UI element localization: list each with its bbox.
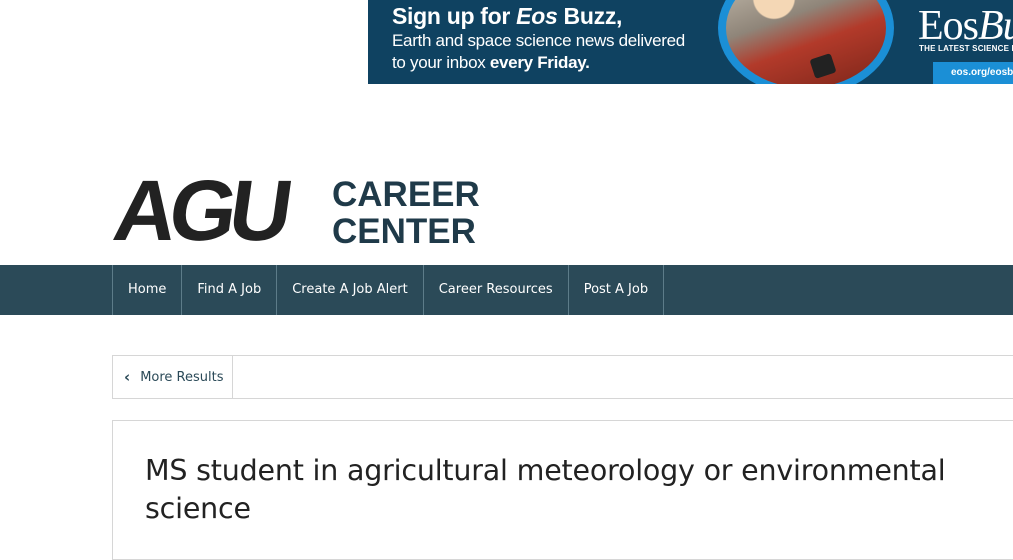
logo-line-career: CAREER [332, 175, 480, 214]
job-title: MS student in agricultural meteorology o… [145, 454, 946, 525]
career-center-wordmark: CAREER CENTER [332, 176, 480, 250]
ad-line-2: to your inbox every Friday. [392, 53, 590, 72]
nav-item-create-job-alert[interactable]: Create A Job Alert [276, 265, 422, 315]
nav-item-find-a-job[interactable]: Find A Job [181, 265, 276, 315]
nav-item-home[interactable]: Home [112, 265, 181, 315]
more-results-button[interactable]: ‹ More Results [113, 356, 233, 398]
ad-url[interactable]: eos.org/eosb [933, 62, 1013, 84]
chevron-left-icon: ‹ [124, 368, 131, 386]
ad-tagline: THE LATEST SCIENCE NE [919, 44, 1013, 53]
nav-item-post-a-job[interactable]: Post A Job [567, 265, 665, 315]
more-results-label: More Results [140, 369, 224, 385]
main-nav: Home Find A Job Create A Job Alert Caree… [0, 265, 1013, 315]
results-toolbar: ‹ More Results [112, 355, 1013, 399]
logo-line-center: CENTER [332, 212, 476, 251]
ad-line-1: Earth and space science news delivered [392, 31, 685, 50]
agu-logo-mark: AGU [108, 163, 292, 259]
ad-headline: Sign up for Eos Buzz, [392, 3, 623, 29]
nav-item-career-resources[interactable]: Career Resources [422, 265, 568, 315]
job-detail-card: MS student in agricultural meteorology o… [112, 420, 1013, 560]
eos-buzz-logo: EosBu [918, 3, 1013, 49]
eos-buzz-ad-banner[interactable]: Sign up for Eos Buzz, Earth and space sc… [368, 0, 1013, 84]
ad-photo [718, 0, 894, 84]
